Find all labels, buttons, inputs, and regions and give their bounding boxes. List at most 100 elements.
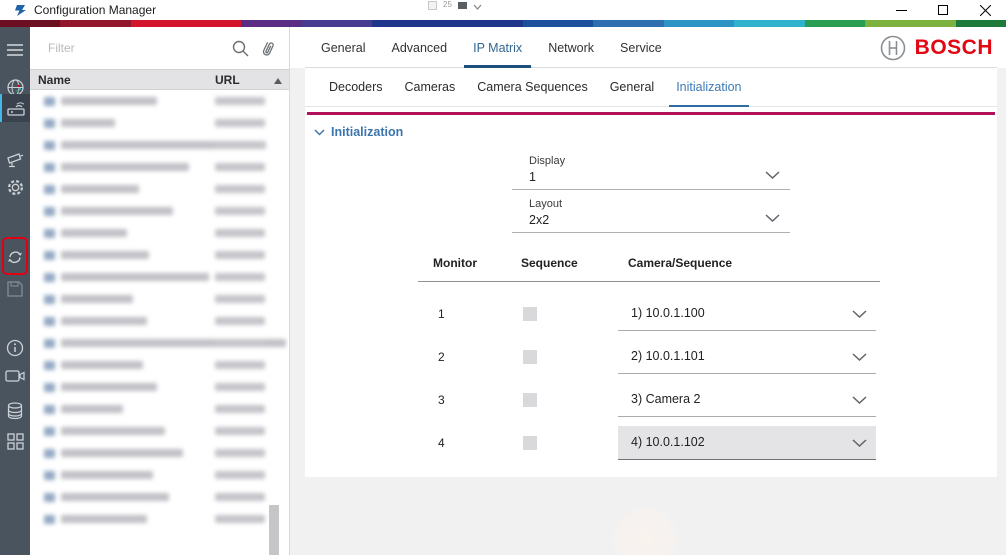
list-item[interactable] [30,134,288,156]
device-icon [44,383,55,392]
layout-dropdown[interactable]: Layout 2x2 [512,195,790,233]
list-item[interactable] [30,354,288,376]
magenta-rule [307,112,995,115]
content-card: Decoders Cameras Camera Sequences Genera… [305,68,997,477]
camera-sequence-dropdown[interactable]: 3) Camera 2 [618,383,876,417]
monitor-row-4: 4 4) 10.0.1.102 [305,426,997,460]
stripe-segment [956,20,1006,27]
paperclip-icon[interactable] [261,40,275,57]
foreign-toolbar-fragment: 25 [428,0,482,10]
tab-network[interactable]: Network [535,27,607,68]
list-item[interactable] [30,398,288,420]
list-item[interactable] [30,376,288,398]
stripe-segment [734,20,804,27]
stripe-segment [523,20,593,27]
list-item[interactable] [30,244,288,266]
redacted-url [215,449,265,457]
table-header-rule [418,281,880,282]
filter-input[interactable]: Filter [48,41,75,55]
scrollbar-thumb[interactable] [269,505,279,555]
stripe-segment [0,20,60,27]
camera-sequence-dropdown[interactable]: 1) 10.0.1.100 [618,297,876,331]
chevron-down-icon [314,129,325,136]
list-item[interactable] [30,508,288,530]
device-icon [44,119,55,128]
maximize-button[interactable] [922,0,964,20]
preferences-gear-icon[interactable] [0,173,30,201]
list-item[interactable] [30,464,288,486]
list-item[interactable] [30,112,288,134]
device-icon [44,251,55,260]
subtab-cameras[interactable]: Cameras [394,68,467,106]
monitor-column-header: Monitor [433,256,477,270]
list-item[interactable] [30,156,288,178]
bosch-logo: BOSCH [880,27,1006,68]
monitor-number: 4 [438,426,445,460]
stripe-segment [241,20,301,27]
subtab-general[interactable]: General [599,68,665,106]
device-icon [44,449,55,458]
minimize-button[interactable] [880,0,922,20]
list-item[interactable] [30,288,288,310]
list-item[interactable] [30,310,288,332]
layout-label: Layout [529,198,786,210]
chevron-down-icon [765,214,780,222]
chevron-down-icon [852,439,867,447]
search-icon[interactable] [232,40,249,57]
list-item[interactable] [30,200,288,222]
tab-general[interactable]: General [308,27,378,68]
device-icon [44,361,55,370]
devices-icon[interactable] [0,94,30,122]
sequence-checkbox[interactable] [523,307,537,321]
list-item[interactable] [30,90,288,112]
dropdown-value: 3) Camera 2 [631,383,700,415]
sequence-checkbox[interactable] [523,350,537,364]
list-item[interactable] [30,442,288,464]
apps-grid-icon[interactable] [0,427,30,455]
tab-service[interactable]: Service [607,27,675,68]
scroll-up-icon[interactable] [274,78,282,84]
list-item[interactable] [30,420,288,442]
tab-ip-matrix[interactable]: IP Matrix [460,27,535,68]
camera-icon[interactable] [0,146,30,174]
sequence-checkbox[interactable] [523,393,537,407]
list-item[interactable] [30,178,288,200]
redacted-name [61,229,127,237]
redacted-url [215,163,265,171]
bosch-logo-text: BOSCH [915,36,993,60]
camera-sequence-dropdown[interactable]: 4) 10.0.1.102 [618,426,876,460]
sequence-checkbox[interactable] [523,436,537,450]
list-item[interactable] [30,486,288,508]
redacted-name [61,471,153,479]
menu-icon[interactable] [0,36,30,64]
device-icon [44,471,55,480]
redacted-name [61,251,149,259]
bosch-emblem-icon [880,35,906,61]
subtab-decoders[interactable]: Decoders [318,68,394,106]
monitor-row-2: 2 2) 10.0.1.101 [305,340,997,374]
display-dropdown[interactable]: Display 1 [512,152,790,190]
url-column-header[interactable]: URL [215,73,240,87]
database-icon[interactable] [0,397,30,425]
camera-sequence-dropdown[interactable]: 2) 10.0.1.101 [618,340,876,374]
redacted-url [215,185,265,193]
close-button[interactable] [964,0,1006,20]
reload-icon[interactable] [0,243,30,271]
video-camera-icon[interactable] [0,362,30,390]
list-item[interactable] [30,332,288,354]
save-icon[interactable] [0,275,30,303]
list-item[interactable] [30,222,288,244]
subtab-initialization[interactable]: Initialization [665,68,752,106]
subtab-camera-sequences[interactable]: Camera Sequences [466,68,598,106]
name-column-header[interactable]: Name [38,73,71,87]
layout-value: 2x2 [529,213,786,227]
list-item[interactable] [30,266,288,288]
dropdown-value: 1) 10.0.1.100 [631,297,705,329]
redacted-name [61,97,157,105]
info-icon[interactable] [0,334,30,362]
device-icon [44,295,55,304]
initialization-section-toggle[interactable]: Initialization [314,125,403,139]
tab-advanced[interactable]: Advanced [378,27,460,68]
sequence-column-header: Sequence [521,256,578,270]
app-icon [14,4,27,17]
